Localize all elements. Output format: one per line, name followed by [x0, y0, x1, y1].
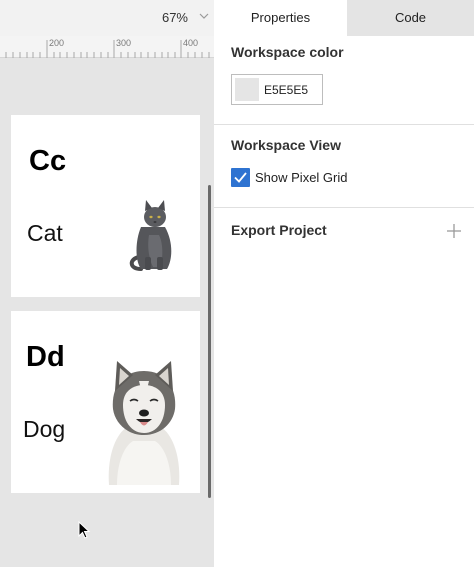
- mouse-cursor-icon: [78, 521, 91, 539]
- zoom-bar: 67%: [0, 0, 214, 36]
- color-swatch[interactable]: [235, 78, 259, 101]
- dog-image: [108, 361, 180, 485]
- card-word: Cat: [27, 220, 63, 246]
- workspace-color-heading: Workspace color: [231, 44, 344, 60]
- ruler-label: 400: [183, 38, 199, 48]
- card-word: Dog: [23, 416, 66, 442]
- cat-image: [129, 200, 172, 271]
- show-pixel-grid-checkbox[interactable]: [231, 168, 250, 187]
- tab-code[interactable]: Code: [347, 0, 474, 36]
- workspace-color-picker[interactable]: E5E5E5: [231, 74, 323, 105]
- section-divider: [214, 124, 474, 125]
- artboard-cat-card[interactable]: Cc Cat: [11, 115, 200, 297]
- artboard-dog-card[interactable]: Dd Dog: [11, 311, 200, 493]
- zoom-level[interactable]: 67%: [162, 10, 188, 25]
- workspace-view-heading: Workspace View: [231, 137, 341, 153]
- canvas-scrollbar[interactable]: [208, 185, 211, 498]
- plus-icon[interactable]: [446, 223, 462, 239]
- tab-properties[interactable]: Properties: [214, 0, 347, 36]
- card-letter: Dd: [26, 341, 65, 373]
- ruler-label: 300: [116, 38, 132, 48]
- checkmark-icon: [234, 172, 247, 183]
- design-canvas[interactable]: 67% 200 300 400 Cc Cat Dd Dog: [0, 0, 214, 567]
- ruler-label: 200: [49, 38, 65, 48]
- export-project-heading[interactable]: Export Project: [231, 222, 327, 238]
- color-hex-value[interactable]: E5E5E5: [264, 83, 308, 97]
- chevron-down-icon[interactable]: [198, 10, 210, 22]
- card-letter: Cc: [29, 145, 67, 177]
- show-pixel-grid-label[interactable]: Show Pixel Grid: [255, 170, 347, 185]
- horizontal-ruler: 200 300 400: [0, 36, 214, 58]
- properties-panel: Properties Code Workspace color E5E5E5 W…: [214, 0, 474, 567]
- panel-tabs: Properties Code: [214, 0, 474, 36]
- section-divider: [214, 207, 474, 208]
- ruler-ticks: [5, 40, 210, 58]
